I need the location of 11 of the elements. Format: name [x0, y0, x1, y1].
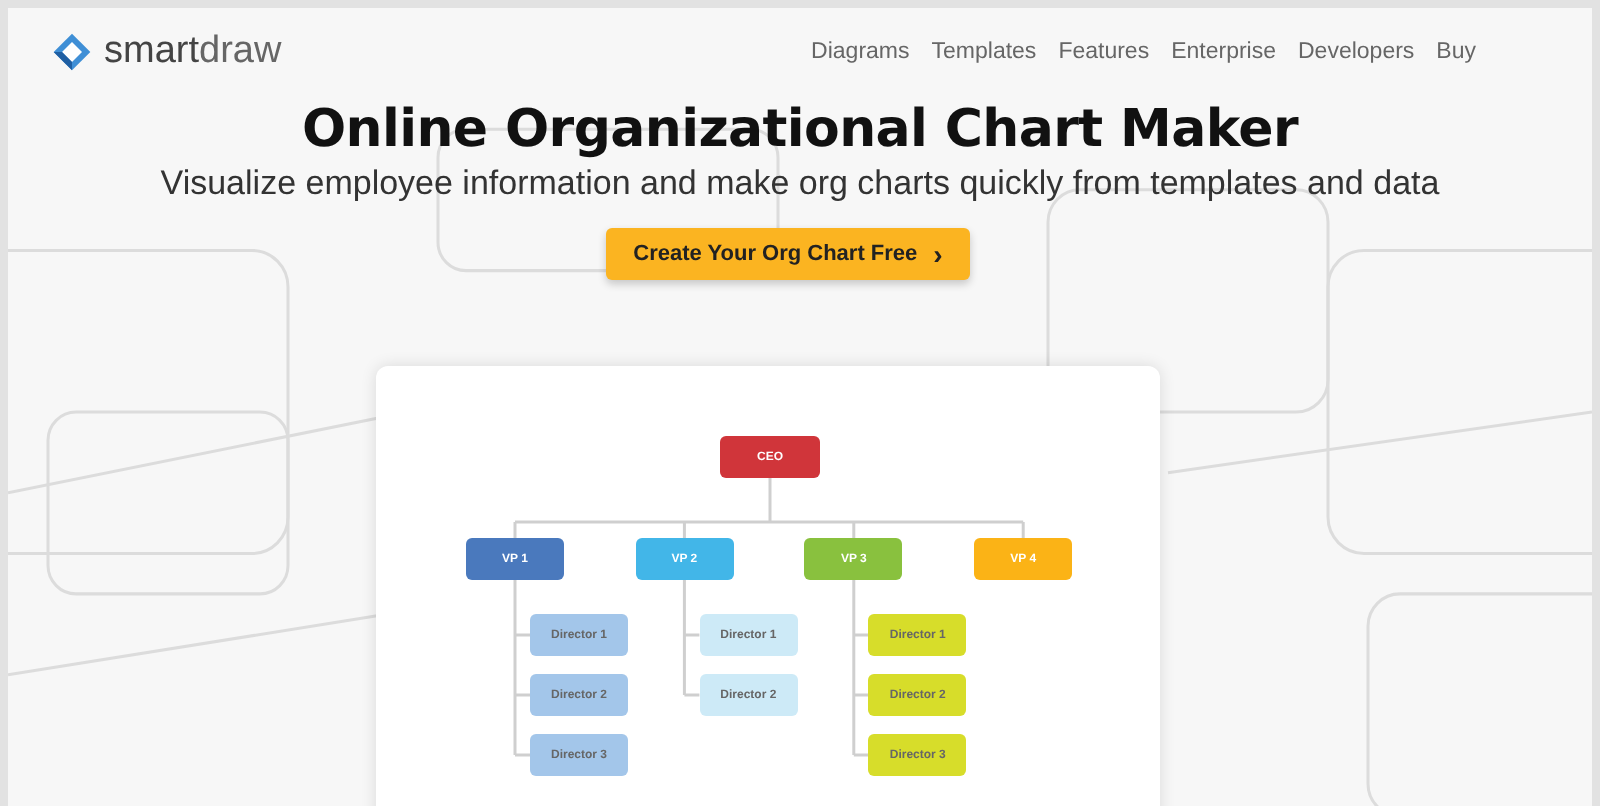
nav-link[interactable]: Buy	[1436, 40, 1476, 64]
create-org-chart-button[interactable]: Create Your Org Chart Free ›	[605, 228, 971, 280]
brand-name[interactable]: smartdraw	[104, 30, 282, 74]
diamond-logo-icon	[52, 32, 92, 72]
nav-link[interactable]: Features	[1058, 40, 1150, 64]
nav-link[interactable]: Templates	[931, 40, 1037, 64]
page-subtitle: Visualize employee information and make org charts quickly from templates and data	[158, 164, 1442, 204]
nav-link[interactable]: Diagrams	[811, 40, 910, 64]
nav-link[interactable]: Developers	[1298, 40, 1415, 64]
nav-link[interactable]: Enterprise	[1171, 40, 1276, 64]
page-headline: Online Organizational Chart Maker	[299, 100, 1301, 160]
